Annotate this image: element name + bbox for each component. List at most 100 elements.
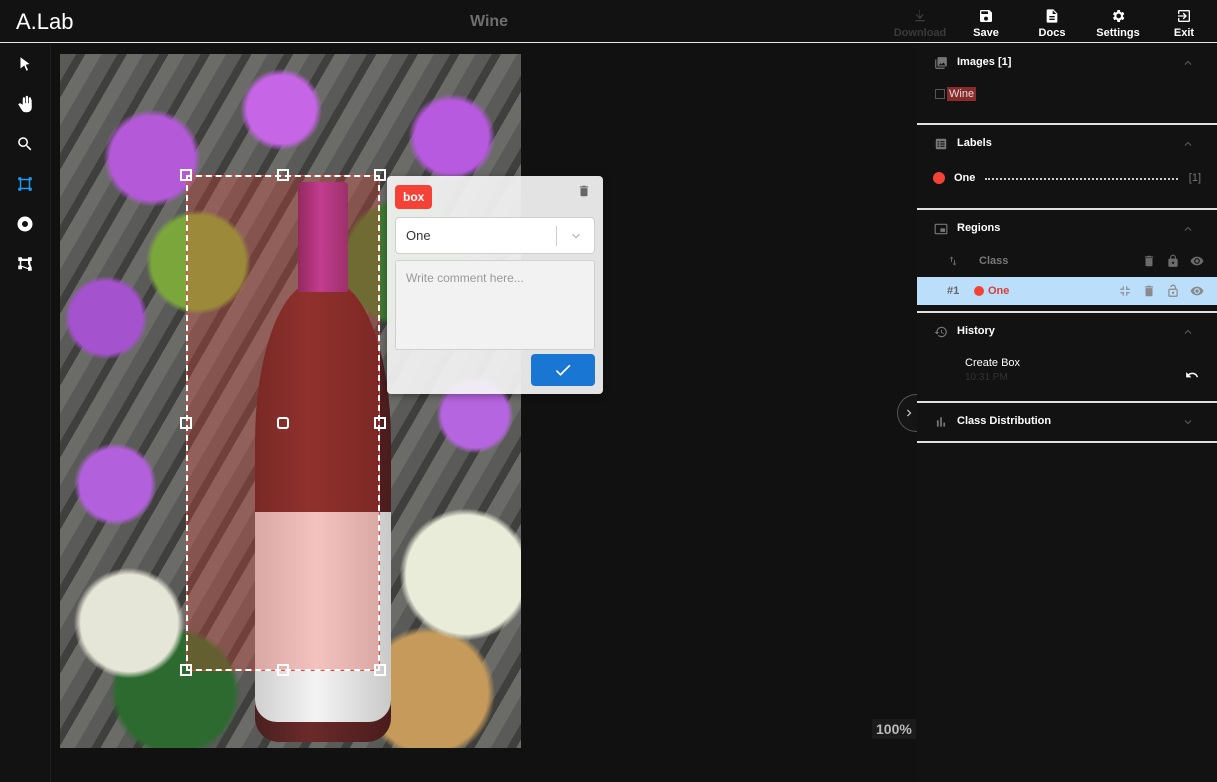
download-icon [915, 9, 925, 22]
header-actions [1141, 254, 1205, 268]
docs-button[interactable]: Docs [1022, 6, 1082, 42]
unlock-icon[interactable] [1165, 284, 1181, 298]
right-sidebar: Images [1] Wine Labels One [1] Regions C… [917, 44, 1217, 782]
images-section: Images [1] Wine [917, 44, 1217, 125]
point-tool[interactable] [13, 212, 37, 236]
resize-handle-top-right[interactable] [374, 169, 386, 181]
images-header[interactable]: Images [1] [917, 44, 1217, 80]
box-tool[interactable] [13, 172, 37, 196]
class-select-value: One [406, 228, 431, 243]
collapse-icon[interactable] [1117, 284, 1133, 298]
save-label: Save [973, 27, 999, 39]
region-row[interactable]: #1 One [917, 277, 1217, 305]
chevron-up-icon[interactable] [1181, 325, 1195, 339]
undo-icon [1186, 372, 1199, 378]
chevron-up-icon[interactable] [1181, 56, 1195, 70]
trash-icon[interactable] [1141, 284, 1157, 298]
resize-handle-right[interactable] [374, 417, 386, 429]
eye-icon[interactable] [1189, 284, 1205, 298]
chevron-down-icon [568, 228, 584, 244]
label-item-one[interactable]: One [1] [933, 169, 1201, 187]
pan-tool[interactable] [13, 92, 37, 116]
trash-icon [579, 185, 589, 197]
label-count: [1] [1188, 172, 1201, 184]
polygon-tool[interactable] [13, 252, 37, 276]
polygon-icon [18, 257, 32, 271]
history-section: History Create Box 10:31 PM [917, 313, 1217, 403]
label-leader-line [985, 178, 1178, 180]
labels-header[interactable]: Labels [917, 125, 1217, 161]
region-row-actions [1117, 284, 1205, 298]
collections-icon [934, 56, 948, 70]
app-brand: A.Lab [16, 9, 74, 34]
history-item: Create Box 10:31 PM [965, 357, 1020, 383]
class-distribution-title: Class Distribution [957, 415, 1052, 427]
class-column-header[interactable]: Class [979, 255, 1008, 267]
resize-handle-bottom-left[interactable] [180, 664, 192, 676]
label-name: One [954, 172, 976, 184]
sidebar-toggle-button[interactable] [897, 394, 919, 432]
search-icon [18, 137, 32, 151]
gear-icon [1113, 10, 1125, 22]
bar-chart-icon [934, 415, 948, 429]
resize-handle-left[interactable] [180, 417, 192, 429]
label-color-dot [933, 172, 945, 184]
trash-icon[interactable] [1141, 254, 1157, 268]
resize-handle-top[interactable] [277, 169, 289, 181]
lock-icon[interactable] [1165, 254, 1181, 268]
chevron-down-icon[interactable] [1181, 415, 1195, 429]
annotation-app: A.Lab Wine Download Save Docs Settings E… [0, 0, 1217, 782]
label-list-icon [934, 137, 948, 151]
save-button[interactable]: Save [956, 6, 1016, 42]
top-header: A.Lab Wine Download Save Docs Settings E… [0, 0, 1217, 43]
regions-header[interactable]: Regions [917, 210, 1217, 246]
settings-label: Settings [1096, 27, 1140, 39]
zoom-level: 100% [872, 719, 916, 739]
download-label: Download [893, 27, 947, 39]
eye-icon[interactable] [1189, 254, 1205, 268]
region-editor-popup: box One [387, 176, 603, 394]
save-icon [980, 10, 992, 22]
settings-button[interactable]: Settings [1088, 6, 1148, 42]
select-tool[interactable] [13, 52, 37, 76]
resize-handle-bottom[interactable] [277, 664, 289, 676]
sort-icon[interactable] [947, 254, 959, 268]
image-name: Wine [947, 87, 977, 101]
history-title: History [957, 325, 995, 337]
regions-section: Regions Class #1 One [917, 210, 1217, 313]
select-separator [556, 226, 557, 246]
chevron-right-icon [906, 409, 911, 417]
class-select[interactable]: One [395, 217, 595, 254]
labels-title: Labels [957, 137, 992, 149]
class-distribution-header[interactable]: Class Distribution [917, 403, 1217, 439]
region-type-tag: box [395, 185, 433, 209]
confirm-region-button[interactable] [531, 354, 595, 386]
image-thumbnail [935, 89, 945, 99]
regions-title: Regions [957, 222, 1001, 234]
chevron-up-icon[interactable] [1181, 137, 1195, 151]
images-title: Images [1] [957, 56, 1012, 68]
point-icon [17, 216, 33, 232]
download-button[interactable]: Download [890, 6, 950, 42]
hand-icon [18, 95, 32, 113]
region-color-dot [974, 286, 984, 296]
document-title: Wine [470, 13, 509, 30]
region-class: One [988, 285, 1010, 297]
resize-handle-top-left[interactable] [180, 169, 192, 181]
move-handle-center[interactable] [277, 417, 289, 429]
region-id: #1 [947, 285, 960, 297]
exit-button[interactable]: Exit [1154, 6, 1214, 42]
chevron-up-icon[interactable] [1181, 222, 1195, 236]
docs-label: Docs [1038, 27, 1066, 39]
comment-input[interactable] [395, 260, 595, 350]
history-header[interactable]: History [917, 313, 1217, 349]
resize-handle-bottom-right[interactable] [374, 664, 386, 676]
image-canvas[interactable]: box One 100% [51, 44, 919, 782]
image-list-item[interactable]: Wine [935, 87, 977, 101]
labels-section: Labels One [1] [917, 125, 1217, 210]
bounding-box-icon [18, 177, 32, 191]
zoom-tool[interactable] [13, 132, 37, 156]
tool-sidebar [0, 44, 51, 782]
undo-button[interactable] [1185, 368, 1201, 384]
delete-region-button[interactable] [577, 184, 591, 198]
